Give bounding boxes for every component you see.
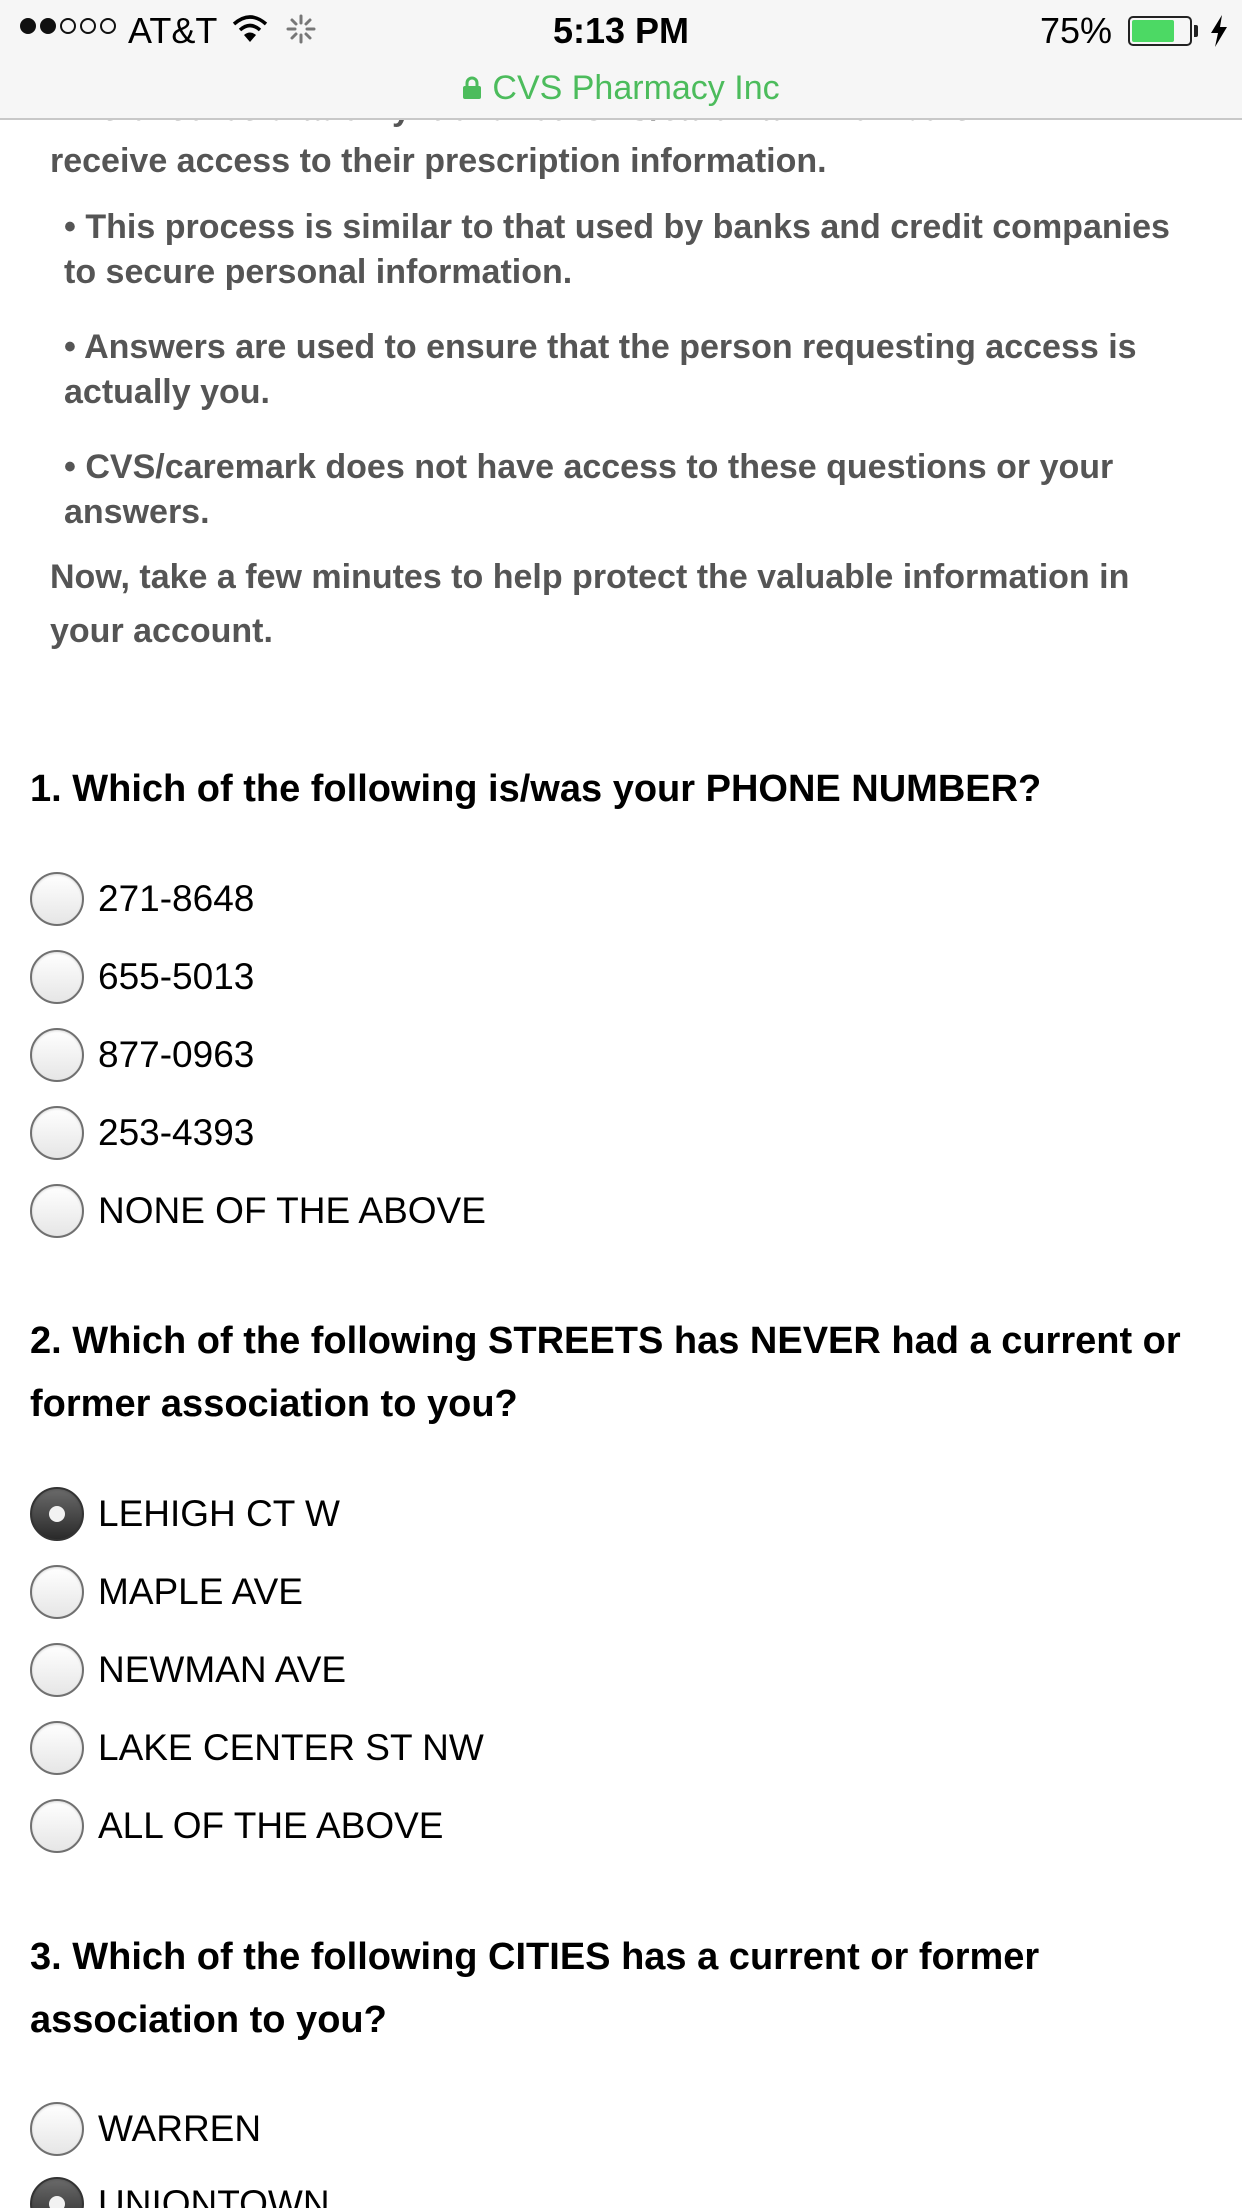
radio-button[interactable] <box>30 1106 84 1160</box>
radio-button[interactable] <box>30 1721 84 1775</box>
option-label[interactable]: UNIONTOWN <box>98 2183 330 2208</box>
intro-bullet: • CVS/caremark does not have access to t… <box>64 448 1114 531</box>
option-label[interactable]: MAPLE AVE <box>98 1571 303 1613</box>
option-label[interactable]: 877-0963 <box>98 1034 254 1076</box>
browser-top-bar: AT&T 5:13 PM 75% CVS Pharmacy Inc <box>0 0 1242 120</box>
question-2-option[interactable]: ALL OF THE ABOVE <box>30 1798 443 1854</box>
radio-button[interactable] <box>30 1799 84 1853</box>
radio-button-selected[interactable] <box>30 1487 84 1541</box>
question-1-option[interactable]: 271-8648 <box>30 871 254 927</box>
question-1-option[interactable]: 877-0963 <box>30 1027 254 1083</box>
question-2-text: 2. Which of the following STREETS has NE… <box>30 1320 1181 1425</box>
intro-paragraph: receive access to their prescription inf… <box>50 142 827 180</box>
battery-tip <box>1194 25 1198 37</box>
site-name[interactable]: CVS Pharmacy Inc <box>492 69 779 108</box>
radio-button[interactable] <box>30 872 84 926</box>
url-bar[interactable]: CVS Pharmacy Inc <box>0 60 1242 116</box>
option-label[interactable]: 655-5013 <box>98 956 254 998</box>
question-1-text: 1. Which of the following is/was your PH… <box>30 768 1042 810</box>
intro-closing-paragraph: Now, take a few minutes to help protect … <box>50 558 1130 650</box>
question-2-option[interactable]: NEWMAN AVE <box>30 1642 346 1698</box>
intro-bullet: • Answers are used to ensure that the pe… <box>64 328 1137 411</box>
question-1-option[interactable]: 253-4393 <box>30 1105 254 1161</box>
question-3-option[interactable]: UNIONTOWN <box>30 2176 330 2208</box>
option-label[interactable]: NONE OF THE ABOVE <box>98 1190 486 1232</box>
option-label[interactable]: LAKE CENTER ST NW <box>98 1727 484 1769</box>
option-label[interactable]: LEHIGH CT W <box>98 1493 340 1535</box>
radio-button[interactable] <box>30 1184 84 1238</box>
battery-percent: 75% <box>1040 10 1113 51</box>
status-bar: AT&T 5:13 PM 75% <box>0 0 1242 60</box>
radio-button-selected[interactable] <box>30 2177 84 2208</box>
question-1-option[interactable]: NONE OF THE ABOVE <box>30 1183 486 1239</box>
option-label[interactable]: 253-4393 <box>98 1112 254 1154</box>
question-2-option[interactable]: MAPLE AVE <box>30 1564 303 1620</box>
radio-button[interactable] <box>30 1028 84 1082</box>
question-2-option[interactable]: LAKE CENTER ST NW <box>30 1720 484 1776</box>
battery-icon <box>1128 16 1192 46</box>
battery-level <box>1132 20 1174 42</box>
radio-button[interactable] <box>30 2102 84 2156</box>
radio-button[interactable] <box>30 1565 84 1619</box>
question-2-option[interactable]: LEHIGH CT W <box>30 1486 340 1542</box>
option-label[interactable]: NEWMAN AVE <box>98 1649 346 1691</box>
lock-icon <box>463 76 482 99</box>
radio-button[interactable] <box>30 950 84 1004</box>
option-label[interactable]: WARREN <box>98 2108 261 2150</box>
question-1-option[interactable]: 655-5013 <box>30 949 254 1005</box>
charging-bolt-icon <box>1211 15 1227 47</box>
option-label[interactable]: ALL OF THE ABOVE <box>98 1805 443 1847</box>
intro-bullet: • This process is similar to that used b… <box>64 208 1170 291</box>
question-3-option[interactable]: WARREN <box>30 2101 261 2157</box>
question-3-text: 3. Which of the following CITIES has a c… <box>30 1936 1040 2041</box>
radio-button[interactable] <box>30 1643 84 1697</box>
option-label[interactable]: 271-8648 <box>98 878 254 920</box>
